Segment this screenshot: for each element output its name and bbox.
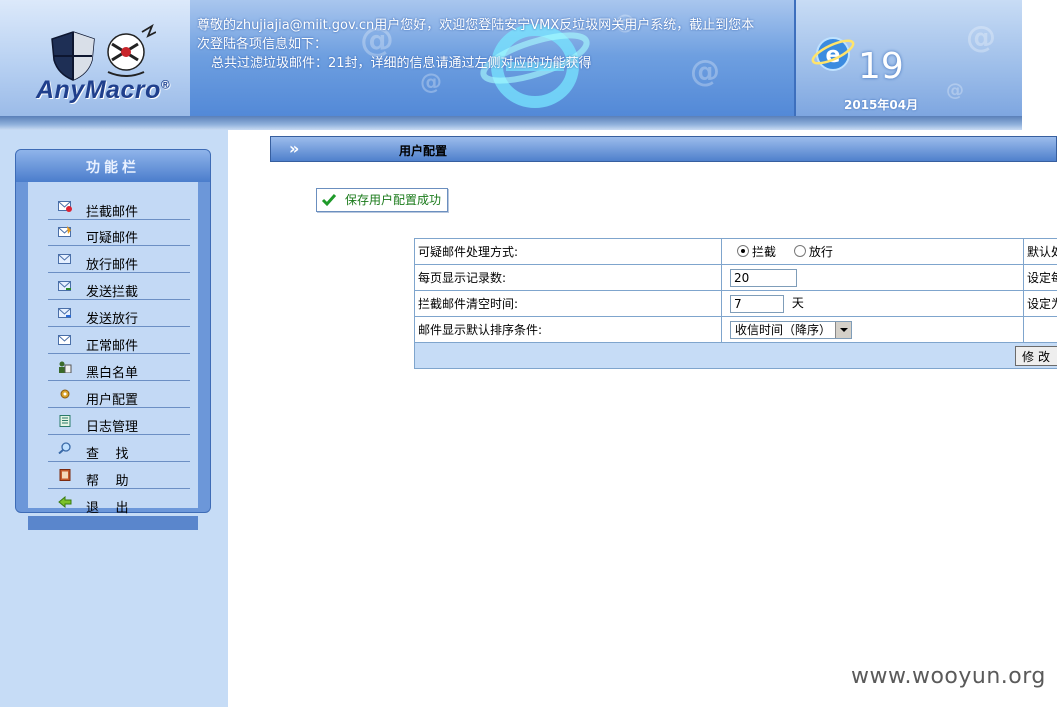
sidebar-item-label: 发送放行 <box>86 312 139 327</box>
sidebar-title: 功能栏 <box>16 150 210 182</box>
mascot-icon <box>107 23 156 77</box>
chevron-down-icon <box>835 321 852 338</box>
welcome-summary: 总共过滤垃圾邮件：21封，详细的信息请通过左侧对应的功能获得 <box>211 56 592 71</box>
setting-label: 拦截邮件清空时间: <box>414 290 722 317</box>
decorative-at-icon: @ <box>420 70 442 95</box>
anymacro-logo: AnyMacro® <box>36 76 171 104</box>
welcome-line: 尊敬的zhujiajia@miit.gov.cn用户您好，欢迎您登陆安宁VMX反… <box>197 18 755 33</box>
sort-order-select[interactable]: 收信时间（降序） <box>730 320 853 339</box>
sidebar-item-help[interactable]: 帮 助 <box>48 463 190 489</box>
sidebar-item-label: 退 出 <box>86 501 129 516</box>
shield-icon <box>51 31 95 81</box>
sidebar-item-log-manage[interactable]: 日志管理 <box>48 409 190 435</box>
normal-mail-icon <box>58 335 71 345</box>
page-title: 用户配置 <box>399 144 448 158</box>
radio-empty-icon <box>793 245 806 257</box>
double-chevron-icon: » <box>289 139 300 158</box>
sidebar-item-label: 发送拦截 <box>86 285 139 300</box>
table-row: 修改 <box>414 342 1057 369</box>
sidebar-item-logout[interactable]: 退 出 <box>48 490 190 516</box>
welcome-line: 次登陆各项信息如下： <box>197 37 328 52</box>
header-banner: @ @ @ @ AnyMacro® 尊敬的zhujiajia@miit.gov.… <box>0 0 1022 124</box>
header-divider <box>0 116 1022 130</box>
page-title-bar: » 用户配置 <box>270 136 1057 162</box>
submit-cell: 修改 <box>414 342 1057 369</box>
table-row: 邮件显示默认排序条件: 收信时间（降序） <box>414 316 1057 343</box>
settings-table: 可疑邮件处理方式: 拦截 放行 默认处 每页显示记录数: 设定每 拦截邮件清空时… <box>414 238 1057 369</box>
logo-panel: AnyMacro® <box>0 0 190 116</box>
modify-button[interactable]: 修改 <box>1014 346 1057 366</box>
success-notice: 保存用户配置成功 <box>316 188 449 212</box>
setting-label: 每页显示记录数: <box>414 264 722 291</box>
sidebar-item-send-released[interactable]: 发送放行 <box>48 301 190 327</box>
setting-value: 拦截 放行 <box>721 238 1024 265</box>
setting-note: 设定为 <box>1023 290 1057 317</box>
setting-note: 设定每 <box>1023 264 1057 291</box>
sidebar-item-blackwhite-list[interactable]: 黑白名单 <box>48 355 190 381</box>
help-icon <box>59 469 71 481</box>
send-blocked-icon <box>58 281 71 291</box>
sidebar-item-label: 黑白名单 <box>86 366 139 381</box>
current-month: 2015年04月 <box>844 98 919 112</box>
welcome-message: 尊敬的zhujiajia@miit.gov.cn用户您好，欢迎您登陆安宁VMX反… <box>197 16 777 73</box>
records-per-page-input[interactable] <box>730 268 797 287</box>
setting-value: 天 <box>721 290 1024 317</box>
radio-block[interactable]: 拦截 <box>737 245 776 259</box>
suspicious-mail-icon <box>58 226 71 237</box>
decorative-at-icon: @ <box>946 80 964 101</box>
released-mail-icon <box>58 254 71 264</box>
watermark: www.wooyun.org <box>851 664 1046 689</box>
search-icon <box>58 442 71 454</box>
sidebar-item-label: 正常邮件 <box>86 339 139 354</box>
log-manage-icon <box>59 415 71 427</box>
sidebar-item-label: 日志管理 <box>86 420 139 435</box>
date-panel: @ @ e 19 2015年04月 <box>794 0 1022 116</box>
sidebar-item-normal-mail[interactable]: 正常邮件 <box>48 328 190 354</box>
user-config-icon <box>60 389 70 399</box>
setting-note <box>1023 316 1057 343</box>
sidebar-item-search[interactable]: 查 找 <box>48 436 190 462</box>
sidebar-item-send-blocked[interactable]: 发送拦截 <box>48 274 190 300</box>
sidebar-item-label: 可疑邮件 <box>86 231 139 246</box>
radio-release[interactable]: 放行 <box>793 245 833 259</box>
sidebar-item-label: 帮 助 <box>86 474 129 489</box>
send-released-icon <box>58 308 71 318</box>
logout-icon <box>58 496 72 508</box>
table-row: 每页显示记录数: 设定每 <box>414 264 1057 291</box>
sidebar-item-suspicious-mail[interactable]: 可疑邮件 <box>48 220 190 246</box>
sidebar-item-blocked-mail[interactable]: 拦截邮件 <box>48 194 190 220</box>
browser-e-icon: e <box>811 37 855 71</box>
checkmark-icon <box>321 194 337 207</box>
blocked-mail-icon <box>58 201 72 212</box>
sidebar-item-released-mail[interactable]: 放行邮件 <box>48 247 190 273</box>
blackwhite-list-icon <box>59 361 72 373</box>
sidebar-menu: 拦截邮件 可疑邮件 放行邮件 发送拦截 发送放行 正常邮件 黑白名单 用户配置 <box>28 182 198 516</box>
decorative-at-icon: @ <box>966 20 996 55</box>
current-day: 19 <box>858 46 904 87</box>
table-row: 拦截邮件清空时间: 天 设定为 <box>414 290 1057 317</box>
sidebar-item-label: 放行邮件 <box>86 258 139 273</box>
setting-value: 收信时间（降序） <box>721 316 1024 343</box>
table-row: 可疑邮件处理方式: 拦截 放行 默认处 <box>414 238 1057 265</box>
sidebar-item-label: 查 找 <box>86 447 129 462</box>
clear-days-input[interactable] <box>730 294 784 313</box>
sidebar-item-user-config[interactable]: 用户配置 <box>48 382 190 408</box>
setting-note: 默认处 <box>1023 238 1057 265</box>
setting-value <box>721 264 1024 291</box>
sidebar-item-label: 拦截邮件 <box>86 205 139 220</box>
success-message: 保存用户配置成功 <box>345 193 442 207</box>
sidebar-item-label: 用户配置 <box>86 393 139 408</box>
setting-label: 可疑邮件处理方式: <box>414 238 722 265</box>
radio-selected-icon <box>737 245 749 257</box>
days-unit: 天 <box>791 296 804 311</box>
sidebar-footer <box>28 516 198 530</box>
function-panel: 功能栏 拦截邮件 可疑邮件 放行邮件 发送拦截 发送放行 正常邮件 黑白名单 用… <box>15 149 211 516</box>
setting-label: 邮件显示默认排序条件: <box>414 316 722 343</box>
